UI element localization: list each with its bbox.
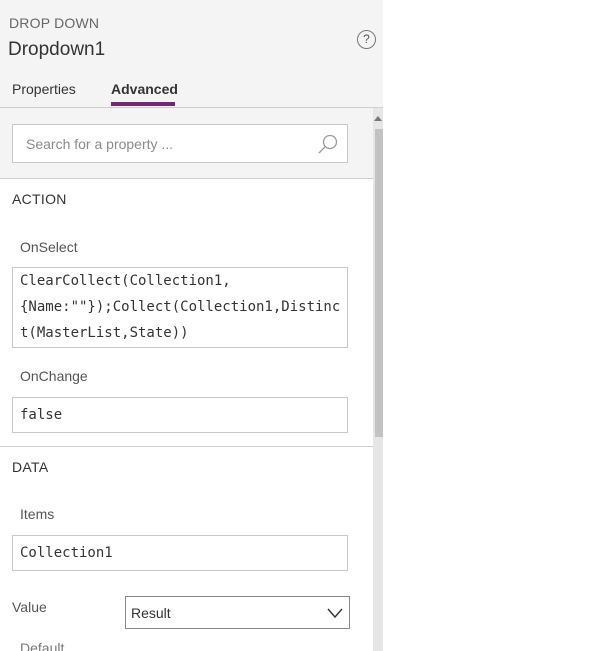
value-dropdown-selected: Result xyxy=(131,605,171,621)
onselect-formula-field[interactable]: ClearCollect(Collection1, {Name:""});Col… xyxy=(12,267,348,348)
items-label: Items xyxy=(20,506,55,522)
tab-properties[interactable]: Properties xyxy=(12,81,76,97)
onchange-formula-field[interactable]: false xyxy=(12,397,348,433)
help-button[interactable]: ? xyxy=(357,30,376,49)
search-box[interactable] xyxy=(12,124,348,163)
scroll-up-arrow-icon[interactable] xyxy=(374,116,382,121)
section-title-data: DATA xyxy=(12,459,49,475)
tab-active-indicator xyxy=(111,102,175,106)
panel-scrollbar[interactable] xyxy=(373,108,383,651)
tabs-divider xyxy=(0,107,383,108)
chevron-down-icon xyxy=(327,608,343,619)
onchange-label: OnChange xyxy=(20,368,88,384)
section-divider xyxy=(0,446,373,447)
onchange-formula-text: false xyxy=(20,407,63,423)
control-type-label: DROP DOWN xyxy=(9,15,100,31)
value-dropdown[interactable]: Result xyxy=(125,596,350,629)
value-label: Value xyxy=(12,599,47,615)
properties-panel: DROP DOWN Dropdown1 ? Properties Advance… xyxy=(0,0,383,651)
section-title-action: ACTION xyxy=(12,191,67,207)
control-name[interactable]: Dropdown1 xyxy=(8,39,105,61)
items-formula-text: Collection1 xyxy=(20,545,113,561)
tab-advanced[interactable]: Advanced xyxy=(111,81,178,97)
question-circle-icon: ? xyxy=(363,32,370,46)
search-input[interactable] xyxy=(26,133,296,155)
items-formula-field[interactable]: Collection1 xyxy=(12,535,348,571)
onselect-label: OnSelect xyxy=(20,239,78,255)
onselect-formula-text: ClearCollect(Collection1, {Name:""});Col… xyxy=(20,273,341,341)
default-label: Default xyxy=(20,640,65,651)
property-list: ACTION OnSelect ClearCollect(Collection1… xyxy=(0,179,373,651)
search-icon[interactable] xyxy=(317,133,339,155)
scroll-thumb[interactable] xyxy=(375,129,383,437)
